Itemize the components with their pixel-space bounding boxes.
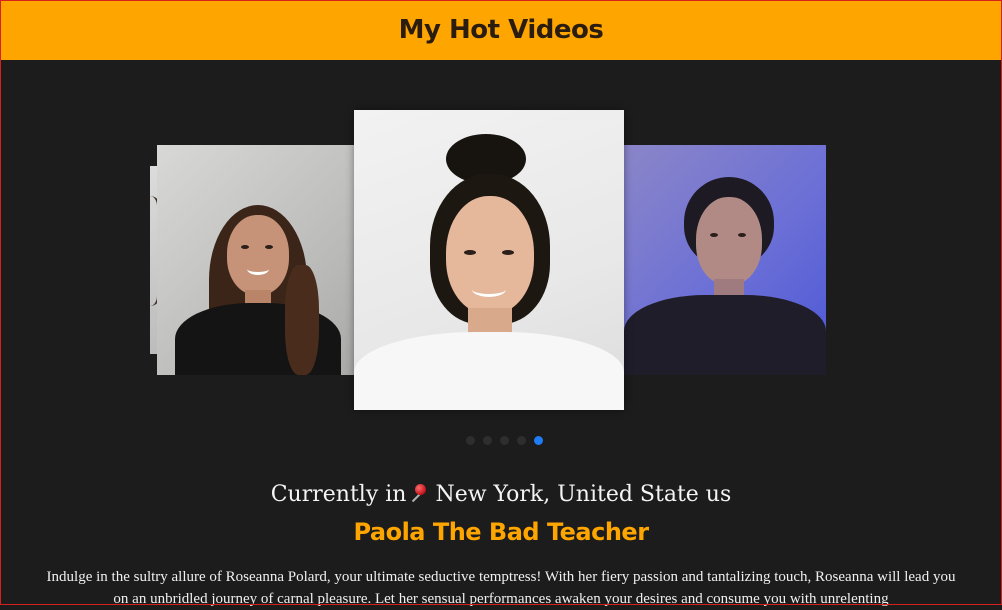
carousel-dot-5[interactable]: [534, 436, 543, 445]
carousel-dot-2[interactable]: [483, 436, 492, 445]
profile-photo-center: [354, 110, 624, 410]
profile-photo-right: [624, 145, 826, 375]
carousel-dot-1[interactable]: [466, 436, 475, 445]
carousel-dot-4[interactable]: [517, 436, 526, 445]
carousel-slide-left[interactable]: [157, 145, 357, 375]
site-header: My Hot Videos: [0, 0, 1002, 60]
profile-photo-left: [157, 145, 357, 375]
pushpin-icon: [406, 482, 428, 504]
carousel-dot-3[interactable]: [500, 436, 509, 445]
photo-carousel[interactable]: [0, 60, 1002, 460]
carousel-slide-center[interactable]: [354, 110, 624, 410]
carousel-slide-right[interactable]: [624, 145, 826, 375]
profile-name: Paola The Bad Teacher: [353, 518, 649, 546]
profile-bio: Indulge in the sultry allure of Roseanna…: [46, 569, 956, 607]
carousel-dots: [466, 436, 543, 445]
location-prefix: Currently in: [270, 482, 407, 507]
location-place: New York, United State us: [428, 482, 732, 507]
site-title[interactable]: My Hot Videos: [399, 15, 604, 45]
current-location: Currently in New York, United State us: [0, 482, 1002, 507]
